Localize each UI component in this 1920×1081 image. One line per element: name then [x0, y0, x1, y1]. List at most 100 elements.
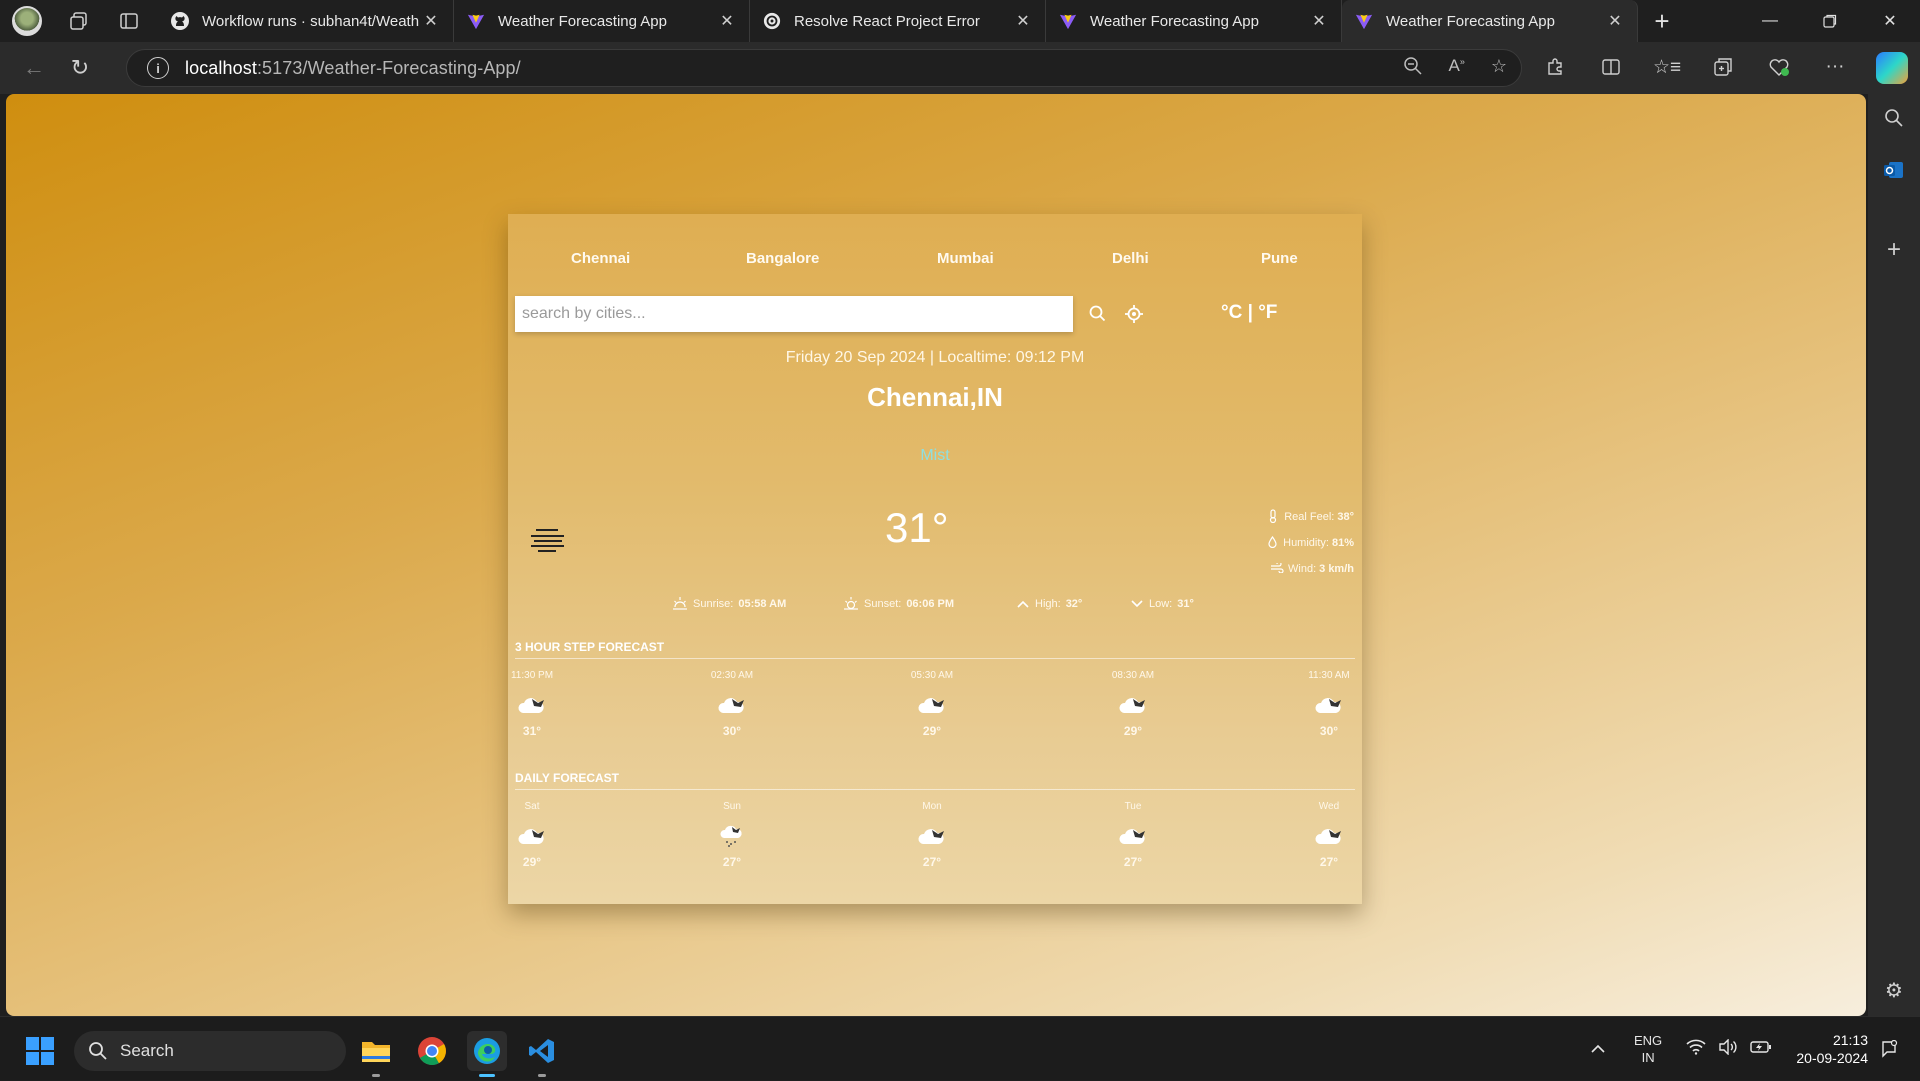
sunset-item: Sunset: 06:06 PM [843, 592, 954, 616]
github-icon [170, 11, 190, 31]
hourly-forecast-heading: 3 HOUR STEP FORECAST [515, 640, 1355, 659]
weather-details: Real Feel: 38° Humidity: 81% Wind: 3 km/h [1265, 504, 1354, 582]
rain-cloud-icon [702, 821, 762, 851]
close-tab-icon[interactable]: ✕ [717, 11, 737, 31]
night-cloud-icon [1103, 821, 1163, 851]
show-hidden-icons[interactable] [1590, 1017, 1606, 1081]
sunset-icon [843, 595, 859, 614]
browser-essentials-icon[interactable] [1762, 50, 1796, 84]
taskbar-search[interactable]: Search [74, 1031, 346, 1071]
workspaces-icon[interactable] [66, 8, 92, 34]
real-feel-row: Real Feel: 38° [1265, 504, 1354, 530]
split-screen-icon[interactable] [1594, 50, 1628, 84]
city-button-pune[interactable]: Pune [1261, 250, 1298, 267]
system-tray[interactable] [1686, 1017, 1772, 1081]
collections-icon[interactable] [1706, 50, 1740, 84]
city-button-bangalore[interactable]: Bangalore [746, 250, 819, 267]
low-item: Low: 31° [1130, 592, 1194, 616]
close-tab-icon[interactable]: ✕ [1605, 11, 1625, 31]
daily-forecast-heading: DAILY FORECAST [515, 771, 1355, 790]
windows-start-icon[interactable] [26, 1037, 54, 1065]
chrome-icon[interactable] [412, 1031, 452, 1071]
daily-item: Tue 27° [1103, 801, 1163, 869]
tab-title: Weather Forecasting App [1090, 12, 1259, 30]
zoom-icon[interactable] [1403, 56, 1423, 81]
tab-title: Workflow runs · subhan4t/Weath [202, 12, 420, 30]
profile-avatar[interactable] [12, 6, 42, 36]
outlook-icon[interactable] [1880, 156, 1908, 184]
url-text[interactable]: localhost:5173/Weather-Forecasting-App/ [185, 58, 521, 79]
tab-strip: Workflow runs · subhan4t/Weath ✕ Weather… [0, 0, 1920, 42]
input-language[interactable]: ENG IN [1634, 1017, 1662, 1081]
arrow-down-icon [1130, 596, 1144, 612]
taskbar-search-label: Search [120, 1041, 174, 1060]
tab-title: Resolve React Project Error [794, 12, 980, 30]
current-temperature: 31° [885, 504, 949, 551]
weather-condition: Mist [920, 447, 950, 464]
edge-sidebar: + ⚙ [1868, 94, 1920, 1016]
vertical-tabs-icon[interactable] [116, 8, 142, 34]
address-bar[interactable]: i localhost:5173/Weather-Forecasting-App… [126, 49, 1522, 87]
read-aloud-icon[interactable]: A» [1449, 56, 1465, 81]
site-info-icon[interactable]: i [147, 57, 169, 79]
extensions-icon[interactable] [1538, 50, 1572, 84]
sidebar-settings-icon[interactable]: ⚙ [1880, 976, 1908, 1004]
sunrise-item: Sunrise: 05:58 AM [672, 592, 786, 616]
vite-icon [1354, 11, 1374, 31]
windows-taskbar: Search ENG IN 21:13 20-09-2024 [0, 1016, 1920, 1080]
minimize-icon[interactable]: — [1740, 0, 1800, 42]
taskbar-clock[interactable]: 21:13 20-09-2024 [1796, 1031, 1868, 1067]
restore-icon[interactable] [1800, 0, 1860, 42]
current-location-icon[interactable] [1124, 304, 1144, 324]
vite-icon [1058, 11, 1078, 31]
battery-icon [1750, 1040, 1772, 1059]
search-icon [89, 1042, 107, 1060]
new-tab-button[interactable]: + [1642, 1, 1682, 41]
night-cloud-icon [1299, 690, 1359, 720]
edge-icon[interactable] [467, 1031, 507, 1077]
city-button-mumbai[interactable]: Mumbai [937, 250, 994, 267]
sidebar-search-icon[interactable] [1880, 104, 1908, 132]
location-title: Chennai,IN [867, 382, 1003, 412]
volume-icon [1718, 1037, 1738, 1060]
browser-tab-1[interactable]: Workflow runs · subhan4t/Weath ✕ [158, 0, 454, 42]
unit-toggle[interactable]: °C | °F [1221, 302, 1277, 324]
close-window-icon[interactable]: ✕ [1860, 0, 1920, 42]
close-tab-icon[interactable]: ✕ [1309, 11, 1329, 31]
high-item: High: 32° [1016, 592, 1082, 616]
favorites-icon[interactable]: ☆≡ [1650, 50, 1684, 84]
sun-high-low-row: Sunrise: 05:58 AM Sunset: 06:06 PM High: 32… [508, 592, 1362, 616]
wind-icon [1270, 560, 1284, 576]
night-cloud-icon [1103, 690, 1163, 720]
window-controls: — ✕ [1740, 0, 1920, 42]
browser-tab-2[interactable]: Weather Forecasting App ✕ [454, 0, 750, 42]
city-button-delhi[interactable]: Delhi [1112, 250, 1149, 267]
browser-tab-5[interactable]: Weather Forecasting App ✕ [1342, 0, 1638, 42]
file-explorer-icon[interactable] [356, 1031, 396, 1077]
search-icon[interactable] [1088, 304, 1108, 324]
copilot-icon[interactable] [1876, 52, 1908, 84]
clock-time: 21:13 [1832, 1032, 1868, 1048]
daily-item: Sun 27° [702, 801, 762, 869]
add-sidebar-app-icon[interactable]: + [1880, 236, 1908, 264]
hourly-item: 08:30 AM 29° [1103, 670, 1163, 738]
night-cloud-icon [902, 821, 962, 851]
browser-tab-3[interactable]: Resolve React Project Error ✕ [750, 0, 1046, 42]
back-icon[interactable]: ← [14, 48, 54, 88]
close-tab-icon[interactable]: ✕ [1013, 11, 1033, 31]
vscode-icon[interactable] [522, 1031, 562, 1077]
city-button-chennai[interactable]: Chennai [571, 250, 630, 267]
hourly-item: 11:30 AM 30° [1299, 670, 1359, 738]
sunrise-icon [672, 595, 688, 614]
notification-center-icon[interactable] [1880, 1017, 1898, 1081]
weather-card: Chennai Bangalore Mumbai Delhi Pune °C |… [508, 214, 1362, 904]
more-options-icon[interactable]: ··· [1818, 50, 1852, 84]
refresh-icon[interactable]: ↻ [60, 48, 100, 88]
browser-tab-4[interactable]: Weather Forecasting App ✕ [1046, 0, 1342, 42]
favorite-star-icon[interactable]: ☆ [1491, 56, 1507, 81]
hourly-item: 05:30 AM 29° [902, 670, 962, 738]
close-tab-icon[interactable]: ✕ [421, 11, 441, 31]
page-viewport: Chennai Bangalore Mumbai Delhi Pune °C |… [6, 94, 1866, 1016]
mist-icon [528, 527, 568, 558]
city-search-input[interactable] [515, 296, 1073, 332]
